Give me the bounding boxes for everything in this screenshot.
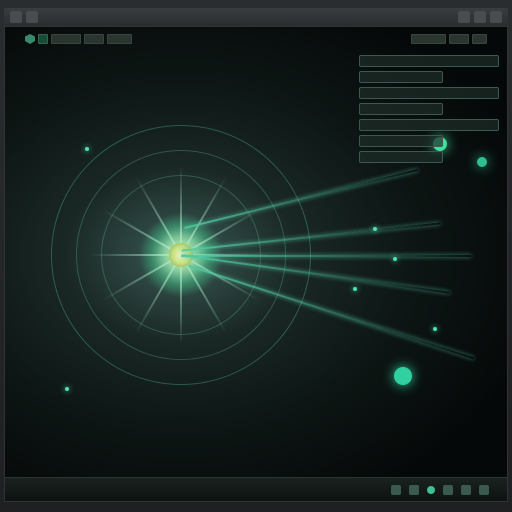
status-icon[interactable]	[461, 485, 471, 495]
toolbar-button[interactable]	[107, 34, 132, 44]
panel-item[interactable]	[359, 55, 499, 67]
panel-item[interactable]	[359, 71, 443, 83]
light-beam	[181, 255, 471, 257]
toolbar-button[interactable]	[472, 34, 487, 44]
status-icon[interactable]	[479, 485, 489, 495]
particle-dot	[373, 227, 377, 231]
toolbar-button[interactable]	[449, 34, 469, 44]
right-panel	[359, 55, 499, 163]
window-minimize-icon[interactable]	[458, 11, 470, 23]
monitor-frame	[0, 0, 512, 512]
panel-item[interactable]	[359, 87, 499, 99]
energy-orb	[394, 367, 412, 385]
toolbar-button[interactable]	[38, 34, 48, 44]
viewport	[4, 26, 508, 502]
window-control-icon[interactable]	[10, 11, 22, 23]
panel-item[interactable]	[359, 135, 443, 147]
panel-item[interactable]	[359, 119, 499, 131]
status-bar	[5, 477, 507, 501]
particle-dot	[393, 257, 397, 261]
window-titlebar	[4, 8, 508, 26]
toolbar-button[interactable]	[411, 34, 446, 44]
status-icon[interactable]	[391, 485, 401, 495]
status-icon[interactable]	[443, 485, 453, 495]
status-badge-icon	[427, 486, 435, 494]
window-control-icon[interactable]	[26, 11, 38, 23]
status-icon[interactable]	[409, 485, 419, 495]
panel-item[interactable]	[359, 151, 443, 163]
shield-icon	[25, 34, 35, 44]
particle-dot	[433, 327, 437, 331]
particle-dot	[353, 287, 357, 291]
window-maximize-icon[interactable]	[474, 11, 486, 23]
toolbar-button[interactable]	[51, 34, 81, 44]
top-toolbar	[25, 31, 487, 47]
particle-dot	[85, 147, 89, 151]
window-close-icon[interactable]	[490, 11, 502, 23]
particle-dot	[65, 387, 69, 391]
panel-item[interactable]	[359, 103, 443, 115]
toolbar-button[interactable]	[84, 34, 104, 44]
